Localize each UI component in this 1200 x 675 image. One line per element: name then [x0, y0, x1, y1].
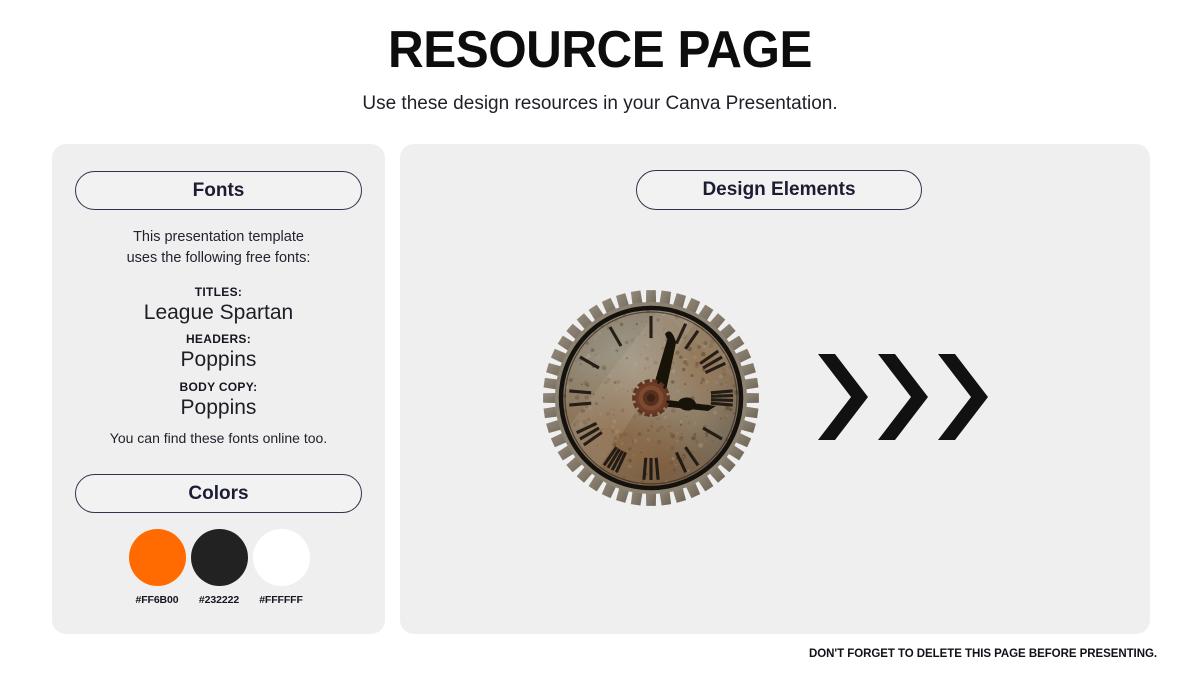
fonts-section-heading: Fonts	[75, 171, 362, 210]
fonts-intro-line-1: This presentation template	[133, 229, 304, 245]
font-group-body-copy: BODY COPY: Poppins	[62, 380, 375, 422]
center-hub-gear	[632, 379, 670, 417]
color-swatch-2: #232222	[188, 529, 250, 606]
chevron-icon	[818, 354, 868, 440]
font-label-titles: TITLES:	[194, 285, 243, 299]
font-label-body-copy: BODY COPY:	[179, 380, 258, 394]
rusty-gear-clock-icon	[543, 290, 759, 506]
font-value-headers: Poppins	[180, 348, 257, 372]
chevron-icon	[878, 354, 928, 440]
triple-chevron-arrows-icon	[818, 354, 988, 440]
color-swatch-code-dark: #232222	[198, 594, 240, 606]
page-title: RESOURCE PAGE	[388, 21, 812, 79]
font-value-titles: League Spartan	[143, 301, 294, 325]
color-swatch-dot-dark	[190, 529, 248, 586]
right-panel	[400, 144, 1150, 634]
fonts-intro-line-2: uses the following free fonts:	[126, 250, 311, 267]
colors-section-heading: Colors	[75, 474, 362, 513]
fonts-intro-text: This presentation template uses the foll…	[62, 227, 375, 269]
color-swatch-1: #FF6B00	[126, 529, 188, 606]
color-swatch-3: #FFFFFF	[250, 529, 312, 606]
design-elements-heading: Design Elements	[636, 170, 922, 210]
footer-reminder-note: DON'T FORGET TO DELETE THIS PAGE BEFORE …	[809, 648, 1157, 660]
fonts-outro-text: You can find these fonts online too.	[109, 430, 328, 446]
color-swatch-row: #FF6B00 #232222 #FFFFFF	[122, 529, 322, 609]
color-swatch-dot-white	[252, 529, 310, 586]
font-group-headers: HEADERS: Poppins	[62, 332, 375, 374]
color-swatch-code-white: #FFFFFF	[259, 594, 303, 606]
chevron-icon	[938, 354, 988, 440]
font-value-body-copy: Poppins	[180, 396, 257, 420]
color-swatch-dot-orange	[128, 529, 186, 586]
color-swatch-code-orange: #FF6B00	[135, 594, 179, 606]
page-subtitle: Use these design resources in your Canva…	[362, 93, 838, 114]
font-label-headers: HEADERS:	[185, 332, 252, 346]
font-group-titles: TITLES: League Spartan	[62, 285, 375, 327]
